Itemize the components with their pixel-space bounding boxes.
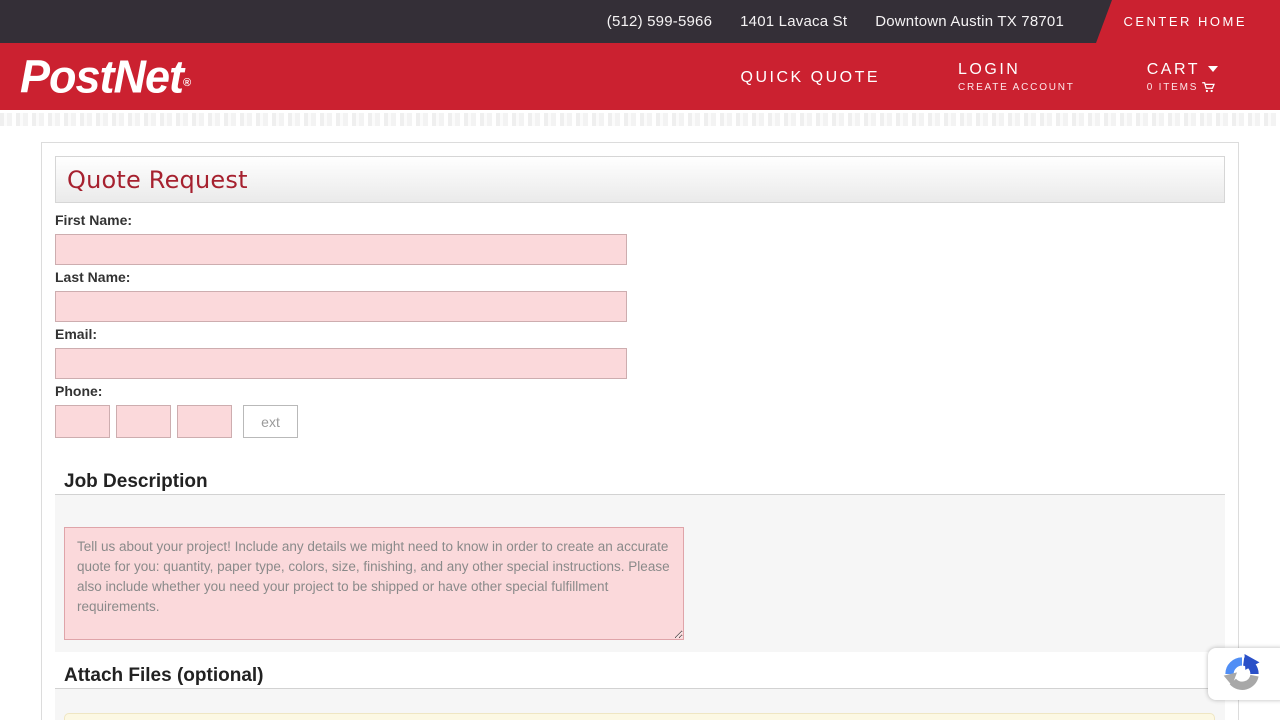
nav-login[interactable]: LOGIN: [958, 61, 1075, 79]
phone-line-input[interactable]: [177, 405, 232, 438]
phone-ext-input[interactable]: [243, 405, 298, 438]
phone-label: Phone:: [55, 384, 1225, 399]
center-city: Downtown Austin TX 78701: [875, 13, 1064, 30]
email-input[interactable]: [55, 348, 627, 379]
first-name-label: First Name:: [55, 213, 1225, 228]
main-navbar: PostNet® QUICK QUOTE LOGIN CREATE ACCOUN…: [0, 43, 1280, 110]
last-name-input[interactable]: [55, 291, 627, 322]
quote-request-container: Quote Request First Name: Last Name: Ema…: [41, 142, 1239, 720]
job-description-heading: Job Description: [64, 471, 1225, 493]
recaptcha-badge[interactable]: [1208, 648, 1280, 700]
recaptcha-logo-icon: [1222, 654, 1262, 694]
job-description-textarea[interactable]: [64, 527, 684, 640]
nav-login-group[interactable]: LOGIN CREATE ACCOUNT: [958, 61, 1075, 93]
quote-request-form: First Name: Last Name: Email: Phone: Job…: [55, 213, 1225, 720]
chevron-down-icon: [1208, 66, 1218, 72]
email-label: Email:: [55, 327, 1225, 342]
registered-mark: ®: [183, 77, 191, 89]
center-home-link[interactable]: CENTER HOME: [1123, 0, 1247, 43]
nav-quick-quote[interactable]: QUICK QUOTE: [741, 69, 881, 87]
last-name-label: Last Name:: [55, 270, 1225, 285]
center-street: 1401 Lavaca St: [740, 13, 847, 30]
nav-cart-items: 0 ITEMS: [1147, 82, 1218, 93]
file-dropzone[interactable]: [64, 713, 1215, 720]
nav-cart[interactable]: CART: [1147, 61, 1218, 79]
nav-create-account[interactable]: CREATE ACCOUNT: [958, 82, 1075, 93]
first-name-input[interactable]: [55, 234, 627, 265]
page-title-panel: Quote Request: [55, 156, 1225, 203]
phone-area-input[interactable]: [55, 405, 110, 438]
job-description-panel: [55, 494, 1225, 652]
attach-files-heading: Attach Files (optional): [64, 665, 1225, 687]
phone-prefix-input[interactable]: [116, 405, 171, 438]
center-phone: (512) 599-5966: [607, 13, 712, 30]
decorative-texture-band: [0, 113, 1280, 126]
attach-files-panel: [55, 688, 1225, 720]
phone-input-group: [55, 405, 1225, 438]
page-title: Quote Request: [67, 166, 248, 194]
cart-icon: [1202, 82, 1215, 93]
nav-cart-group[interactable]: CART 0 ITEMS: [1147, 61, 1218, 93]
postnet-logo[interactable]: PostNet®: [20, 54, 191, 100]
location-info-strip: (512) 599-5966 1401 Lavaca St Downtown A…: [0, 0, 1112, 43]
top-utility-bar: (512) 599-5966 1401 Lavaca St Downtown A…: [0, 0, 1280, 43]
